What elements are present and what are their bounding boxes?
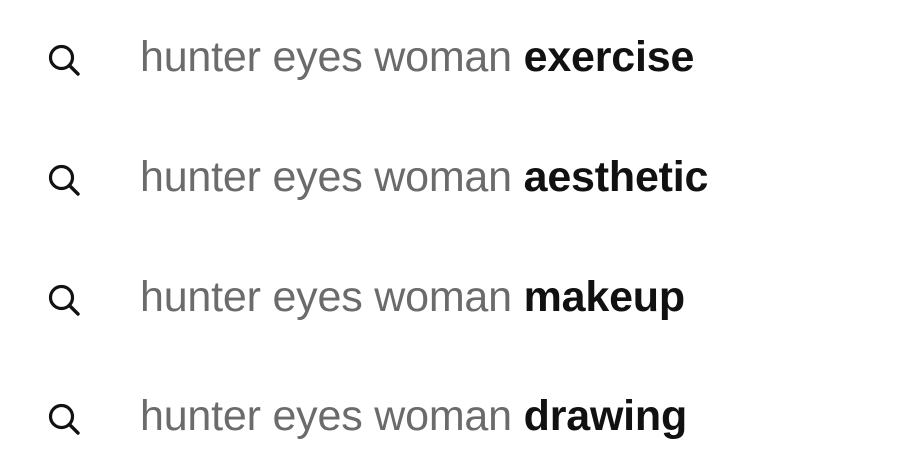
search-icon [46,401,82,437]
suggestion-query-prefix: hunter eyes woman [140,273,512,321]
search-suggestion-aesthetic[interactable]: hunter eyes woman aesthetic [0,122,900,232]
suggestion-text: hunter eyes woman makeup [140,272,685,322]
suggestion-text: hunter eyes woman drawing [140,391,687,441]
search-suggestion-list: hunter eyes woman exercise hunter eyes w… [0,0,900,472]
suggestion-completion: exercise [523,33,695,81]
search-icon [46,162,82,198]
search-suggestion-drawing[interactable]: hunter eyes woman drawing [0,361,900,471]
suggestion-completion: makeup [523,273,686,321]
suggestion-query-prefix: hunter eyes woman [140,33,512,81]
suggestion-text: hunter eyes woman exercise [140,32,694,82]
search-suggestion-makeup[interactable]: hunter eyes woman makeup [0,242,900,352]
suggestion-completion: drawing [523,392,688,440]
suggestion-text: hunter eyes woman aesthetic [140,152,708,202]
suggestion-query-prefix: hunter eyes woman [140,153,512,201]
suggestion-completion: aesthetic [523,153,709,201]
suggestion-query-prefix: hunter eyes woman [140,392,512,440]
search-suggestion-exercise[interactable]: hunter eyes woman exercise [0,2,900,112]
search-icon [46,42,82,78]
search-icon [46,282,82,318]
